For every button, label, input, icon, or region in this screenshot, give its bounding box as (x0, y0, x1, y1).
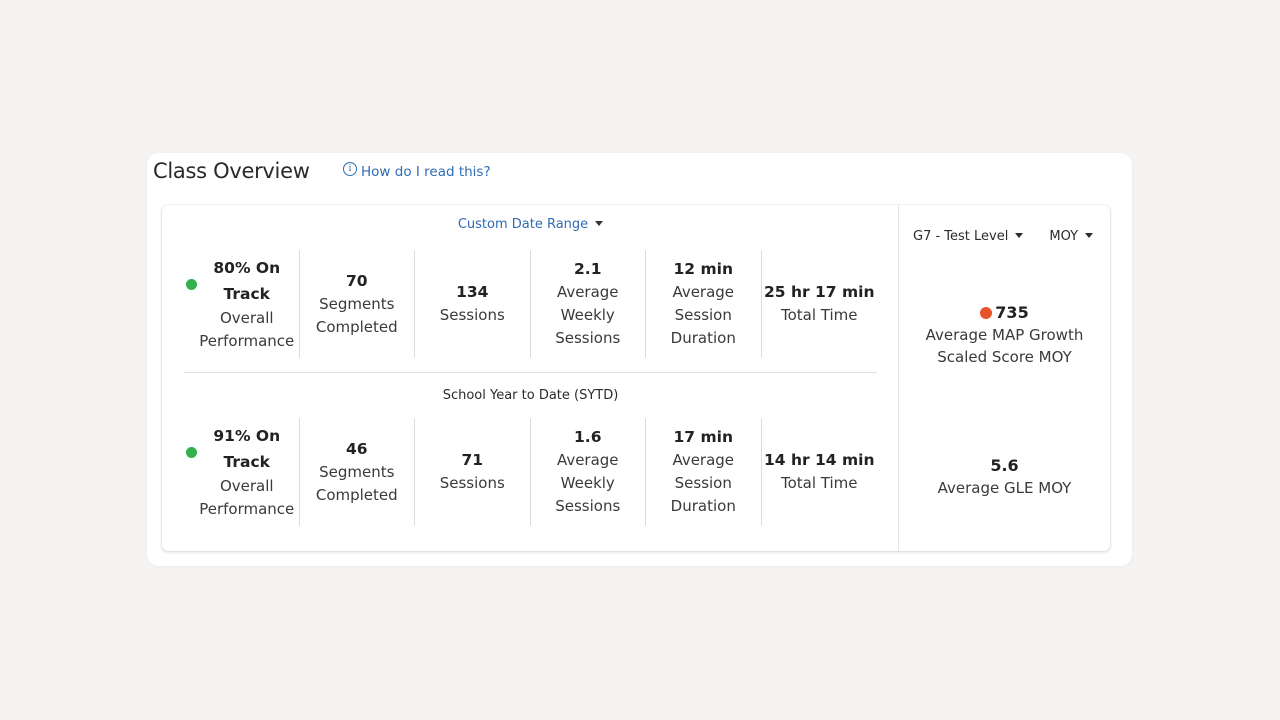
sessions-cell: 71 Sessions (415, 418, 531, 526)
weekly-sessions-cell: 2.1 Average Weekly Sessions (531, 250, 646, 358)
segments-completed-cell: 70 Segments Completed (300, 250, 415, 358)
weekly-sessions-label: Average Weekly Sessions (555, 451, 621, 515)
metrics-panel: Custom Date Range 80% On Track Overall P… (162, 205, 899, 551)
custom-date-range-label: Custom Date Range (457, 217, 589, 232)
term-label: MOY (1049, 229, 1079, 244)
weekly-sessions-value: 2.1 (574, 260, 602, 278)
sessions-label: Sessions (439, 474, 505, 492)
segments-completed-value: 70 (345, 271, 368, 290)
test-level-label: G7 - Test Level (913, 229, 1009, 244)
map-growth-panel: G7 - Test Level MOY 735 Average MAP Grow… (899, 205, 1110, 551)
session-duration-label: Average Session Duration (670, 451, 736, 515)
overall-performance-cell: 91% On Track Overall Performance (184, 418, 300, 526)
map-score-value: 735 (995, 303, 1029, 322)
gle-label: Average GLE MOY (937, 479, 1072, 497)
overall-performance-cell: 80% On Track Overall Performance (184, 250, 300, 358)
info-icon: i (343, 162, 357, 176)
total-time-value: 25 hr 17 min (763, 283, 875, 301)
sessions-cell: 134 Sessions (415, 250, 531, 358)
section-divider (184, 372, 877, 373)
sytd-section-header: School Year to Date (SYTD) (442, 388, 619, 403)
page-title: Class Overview (153, 159, 310, 183)
score-status-dot (980, 307, 993, 319)
total-time-cell: 14 hr 14 min Total Time (762, 418, 878, 526)
sessions-value: 134 (456, 283, 489, 301)
how-to-read-label: How do I read this? (361, 164, 491, 180)
session-duration-cell: 17 min Average Session Duration (646, 418, 762, 526)
weekly-sessions-value: 1.6 (574, 428, 602, 446)
sytd-metrics-row: 91% On Track Overall Performance 46 Segm… (184, 418, 877, 526)
total-time-label: Total Time (780, 474, 858, 492)
overall-performance-value: 91% On Track (213, 427, 281, 471)
gle-value: 5.6 (990, 456, 1019, 475)
total-time-value: 14 hr 14 min (763, 451, 875, 469)
segments-completed-label: Segments Completed (315, 294, 398, 336)
segments-completed-cell: 46 Segments Completed (300, 418, 415, 526)
test-level-dropdown[interactable]: G7 - Test Level (913, 229, 1024, 244)
segments-completed-label: Segments Completed (315, 462, 398, 504)
map-growth-score: 735 Average MAP Growth Scaled Score MOY (899, 302, 1110, 368)
caret-down-icon (595, 221, 604, 226)
term-dropdown[interactable]: MOY (1049, 229, 1094, 244)
weekly-sessions-label: Average Weekly Sessions (555, 283, 621, 347)
gle-score: 5.6 Average GLE MOY (899, 455, 1110, 499)
caret-down-icon (1015, 233, 1024, 238)
sessions-value: 71 (461, 451, 484, 469)
segments-completed-value: 46 (345, 439, 368, 458)
total-time-cell: 25 hr 17 min Total Time (762, 250, 878, 358)
custom-range-metrics-row: 80% On Track Overall Performance 70 Segm… (184, 250, 877, 358)
caret-down-icon (1085, 233, 1094, 238)
custom-date-range-dropdown[interactable]: Custom Date Range (162, 217, 899, 232)
overview-panel: Custom Date Range 80% On Track Overall P… (162, 205, 1110, 551)
how-to-read-link[interactable]: i How do I read this? (343, 162, 491, 180)
weekly-sessions-cell: 1.6 Average Weekly Sessions (531, 418, 646, 526)
session-duration-cell: 12 min Average Session Duration (646, 250, 762, 358)
session-duration-label: Average Session Duration (670, 283, 736, 347)
map-score-label: Average MAP Growth Scaled Score MOY (925, 326, 1084, 366)
overall-performance-value: 80% On Track (213, 259, 281, 303)
sessions-label: Sessions (439, 306, 505, 324)
class-overview-card: Class Overview i How do I read this? Cus… (147, 153, 1132, 566)
overall-performance-label: Overall Performance (199, 309, 295, 350)
overall-performance-label: Overall Performance (199, 477, 295, 518)
session-duration-value: 17 min (673, 428, 733, 446)
total-time-label: Total Time (780, 306, 858, 324)
session-duration-value: 12 min (673, 260, 733, 278)
